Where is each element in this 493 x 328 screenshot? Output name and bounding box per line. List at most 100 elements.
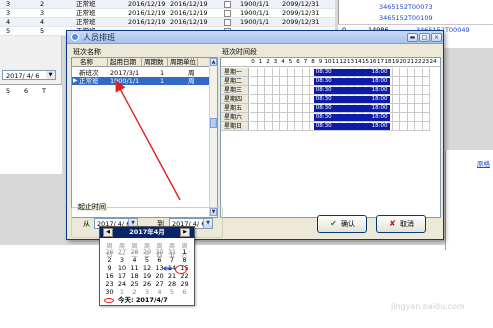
time-cell[interactable] bbox=[422, 95, 430, 104]
time-cell[interactable] bbox=[302, 104, 310, 113]
time-cell[interactable] bbox=[422, 86, 430, 95]
column-header-start-date[interactable]: 起用日期 bbox=[108, 58, 142, 67]
calendar-day[interactable]: 30 bbox=[104, 288, 115, 296]
time-cell[interactable] bbox=[265, 104, 273, 113]
time-cell[interactable] bbox=[265, 122, 273, 131]
time-cell[interactable] bbox=[392, 104, 400, 113]
calendar-day[interactable]: 31 bbox=[167, 248, 178, 256]
time-cell[interactable] bbox=[415, 77, 423, 86]
column-header-cycles[interactable]: 周期数 bbox=[142, 58, 168, 67]
calendar-day[interactable]: 5 bbox=[142, 256, 153, 264]
calendar-day[interactable]: 4 bbox=[129, 256, 140, 264]
time-cell[interactable] bbox=[280, 86, 288, 95]
time-cell[interactable] bbox=[400, 68, 408, 77]
confirm-button[interactable]: ✔ 确认 bbox=[317, 215, 367, 233]
time-cell[interactable] bbox=[257, 104, 265, 113]
calendar-day[interactable]: 27 bbox=[117, 248, 128, 256]
time-cell[interactable] bbox=[272, 68, 280, 77]
calendar-day[interactable]: 30 bbox=[154, 248, 165, 256]
time-cell[interactable] bbox=[392, 77, 400, 86]
time-cell[interactable] bbox=[272, 77, 280, 86]
time-cell[interactable] bbox=[265, 86, 273, 95]
time-cell[interactable] bbox=[407, 86, 415, 95]
calendar-day[interactable]: 21 bbox=[167, 272, 178, 280]
time-cell[interactable] bbox=[422, 77, 430, 86]
time-cell[interactable] bbox=[287, 95, 295, 104]
time-cell[interactable] bbox=[295, 104, 303, 113]
calendar-day[interactable]: 1 bbox=[117, 288, 128, 296]
calendar-day[interactable]: 29 bbox=[179, 280, 190, 288]
time-cell[interactable] bbox=[257, 113, 265, 122]
time-cell[interactable] bbox=[295, 95, 303, 104]
today-button[interactable]: 今天: 2017/4/7 bbox=[104, 296, 168, 305]
time-cell[interactable] bbox=[422, 104, 430, 113]
time-cell[interactable] bbox=[250, 95, 258, 104]
time-cell[interactable] bbox=[400, 122, 408, 131]
calendar-day[interactable]: 2 bbox=[129, 288, 140, 296]
time-cell[interactable] bbox=[407, 113, 415, 122]
calendar-day[interactable]: 10 bbox=[117, 264, 128, 272]
shift-time-bar[interactable]: 08:30 18:00 bbox=[313, 105, 390, 112]
time-cell[interactable] bbox=[415, 122, 423, 131]
time-cell[interactable] bbox=[295, 77, 303, 86]
time-cell[interactable] bbox=[415, 95, 423, 104]
calendar-day[interactable]: 23 bbox=[104, 280, 115, 288]
time-cell[interactable] bbox=[422, 113, 430, 122]
time-cell[interactable] bbox=[400, 104, 408, 113]
time-cell[interactable] bbox=[250, 68, 258, 77]
prev-month-icon[interactable]: ◀ bbox=[103, 228, 113, 237]
list-item[interactable]: 新班次 2017/3/1 1 周 bbox=[72, 69, 210, 77]
time-cell[interactable] bbox=[272, 86, 280, 95]
time-cell[interactable] bbox=[280, 104, 288, 113]
calendar-day[interactable]: 26 bbox=[104, 248, 115, 256]
list-scrollbar[interactable]: ▲ ▼ bbox=[209, 58, 217, 217]
calendar-day[interactable]: 18 bbox=[129, 272, 140, 280]
time-cell[interactable] bbox=[407, 77, 415, 86]
time-cell[interactable] bbox=[250, 86, 258, 95]
time-cell[interactable] bbox=[415, 86, 423, 95]
time-cell[interactable] bbox=[302, 68, 310, 77]
time-cell[interactable] bbox=[295, 122, 303, 131]
time-cell[interactable] bbox=[392, 86, 400, 95]
time-cell[interactable] bbox=[280, 122, 288, 131]
time-cell[interactable] bbox=[400, 77, 408, 86]
time-cell[interactable] bbox=[400, 95, 408, 104]
calendar-day[interactable]: 19 bbox=[142, 272, 153, 280]
time-cell[interactable] bbox=[400, 113, 408, 122]
chevron-down-icon[interactable]: ▼ bbox=[203, 219, 212, 228]
calendar-day[interactable]: 1 bbox=[179, 248, 190, 256]
column-header-unit[interactable]: 周期单位 bbox=[168, 58, 198, 67]
time-cell[interactable] bbox=[265, 95, 273, 104]
time-cell[interactable] bbox=[250, 122, 258, 131]
calendar-day[interactable]: 20 bbox=[154, 272, 165, 280]
column-header-name[interactable]: 名称 bbox=[78, 58, 108, 67]
shift-time-bar[interactable]: 08:30 18:00 bbox=[313, 123, 390, 130]
time-cell[interactable] bbox=[295, 113, 303, 122]
time-cell[interactable] bbox=[265, 113, 273, 122]
background-date-select[interactable]: 2017/ 4/ 6 ▼ bbox=[2, 70, 56, 80]
time-cell[interactable] bbox=[265, 77, 273, 86]
time-cell[interactable] bbox=[287, 113, 295, 122]
calendar-day[interactable]: 2 bbox=[104, 256, 115, 264]
time-cell[interactable] bbox=[400, 86, 408, 95]
calendar-day[interactable]: 28 bbox=[167, 280, 178, 288]
time-cell[interactable] bbox=[295, 68, 303, 77]
time-cell[interactable] bbox=[280, 68, 288, 77]
list-item[interactable]: ▶ 正常班 1900/1/1 1 周 bbox=[72, 77, 210, 85]
shift-time-bar[interactable]: 08:30 18:00 bbox=[313, 69, 390, 76]
calendar-day[interactable]: 28 bbox=[129, 248, 140, 256]
time-cell[interactable] bbox=[250, 77, 258, 86]
time-cell[interactable] bbox=[257, 86, 265, 95]
calendar-day[interactable]: 3 bbox=[117, 256, 128, 264]
calendar-day[interactable]: 12 bbox=[142, 264, 153, 272]
time-cell[interactable] bbox=[287, 104, 295, 113]
time-cell[interactable] bbox=[302, 122, 310, 131]
time-cell[interactable] bbox=[415, 68, 423, 77]
time-cell[interactable] bbox=[422, 68, 430, 77]
calendar-day[interactable]: 4 bbox=[154, 288, 165, 296]
time-cell[interactable] bbox=[287, 122, 295, 131]
time-cell[interactable] bbox=[415, 113, 423, 122]
calendar-day[interactable]: 6 bbox=[154, 256, 165, 264]
calendar-day[interactable]: 3 bbox=[142, 288, 153, 296]
scroll-up-icon[interactable]: ▲ bbox=[210, 58, 217, 66]
